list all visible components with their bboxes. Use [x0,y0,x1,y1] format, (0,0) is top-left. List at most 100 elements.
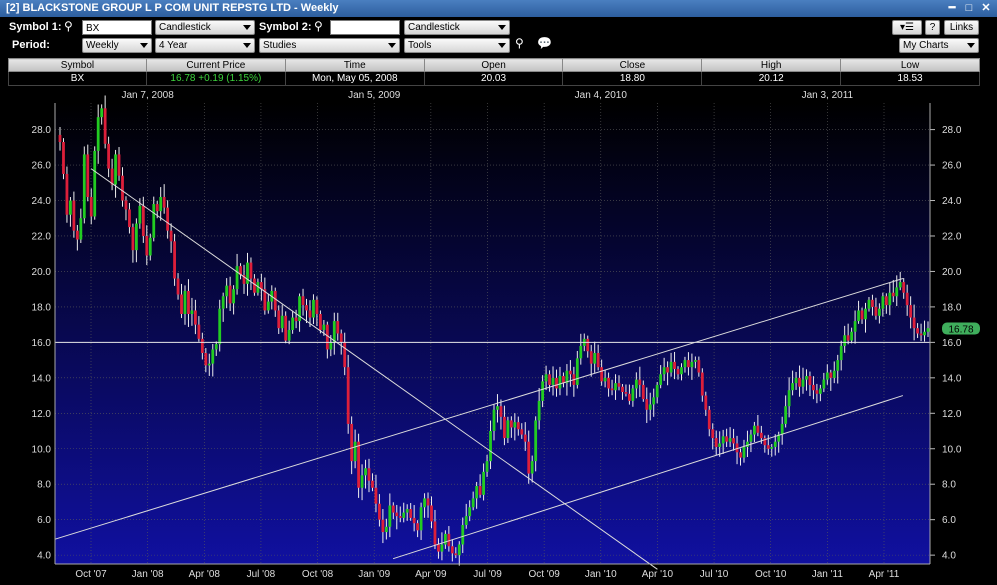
candle-body [621,386,624,393]
candle-body [65,173,69,215]
candle-body [544,374,548,382]
candle-body [874,306,878,316]
candle-body [246,262,249,284]
candle-body [416,523,420,531]
candle-body [700,372,704,396]
candle-body [659,374,663,385]
candle-body [364,468,367,476]
candle-body [603,377,607,382]
candle-body [513,422,517,428]
candle-body [857,310,860,322]
candle-body [197,324,201,339]
candle-body [721,436,725,444]
candle-body [145,235,149,256]
candle-body [141,205,145,236]
x-tick-label: Jan '09 [358,569,390,580]
candle-body [541,381,545,401]
candle-body [412,517,416,524]
candle-body [378,503,381,520]
candle-body [183,290,187,314]
candle-body [818,388,822,394]
candle-body [461,524,465,545]
candle-body [159,196,163,212]
x-tick-label: Apr '11 [869,569,900,580]
candle-body [888,292,892,306]
candle-body [58,134,62,143]
candle-body [204,353,208,366]
candle-body [600,367,604,382]
candle-body [805,376,808,380]
candle-body [437,544,440,552]
candle-body [301,296,305,306]
x-tick-label: Oct '09 [528,569,560,580]
candle-body [124,200,128,210]
candle-body [346,367,350,424]
candle-body [336,321,340,334]
candle-body [829,372,833,378]
y-tick-label-right: 16.0 [942,338,962,349]
candle-body [676,368,680,375]
candle-body [225,285,229,297]
candle-body [72,200,76,231]
candle-body [322,324,326,330]
candle-body [343,342,347,368]
x-tick-label: Jan '11 [812,569,844,580]
candle-body [766,445,770,449]
candle-body [489,431,492,462]
candle-body [739,452,742,458]
candle-body [548,374,551,385]
candle-body [471,498,475,508]
candle-body [877,308,881,316]
y-tick-label-right: 8.0 [942,480,956,491]
candle-body [277,310,281,329]
candle-body [110,168,114,185]
candle-body [586,338,590,352]
candle-body [89,196,93,217]
candle-body [746,441,749,447]
candle-body [332,321,336,343]
candle-body [631,388,635,401]
candle-body [666,367,669,373]
candle-body [926,328,930,332]
candle-body [315,299,319,314]
candle-body [509,420,513,428]
candle-body [742,446,746,458]
x-top-label: Jan 4, 2010 [575,90,628,101]
x-tick-label: Oct '08 [302,569,334,580]
candle-body [579,345,583,359]
candle-body [454,553,458,556]
y-tick-label-right: 22.0 [942,231,962,242]
candle-body [176,278,180,295]
candle-body [555,377,558,389]
plot-area [55,103,930,564]
candle-body [190,310,194,314]
candle-body [780,423,784,435]
candle-body [787,390,791,407]
candle-body [558,376,562,389]
candle-body [121,175,124,201]
candle-body [496,406,499,410]
candle-body [430,505,433,522]
candle-body [711,429,715,439]
candle-body [784,406,788,424]
candle-body [329,342,333,350]
y-tick-label-left: 26.0 [32,161,52,172]
y-tick-label-left: 10.0 [32,444,52,455]
y-tick-label-right: 12.0 [942,409,962,420]
candle-body [794,377,798,384]
candle-body [131,227,135,251]
y-tick-label-right: 10.0 [942,444,962,455]
candle-body [693,360,697,362]
price-chart[interactable]: 4.0 4.0 6.0 6.0 8.0 8.0 10.0 10.0 12.0 12.0 14.0 14… [0,0,997,585]
candle-body [443,533,447,545]
candle-body [485,461,489,472]
candle-body [398,516,402,518]
candle-body [166,207,170,231]
candle-body [249,262,253,279]
candle-body [839,345,843,361]
y-tick-label-left: 28.0 [32,125,52,136]
candle-body [846,335,850,341]
y-tick-label-left: 6.0 [37,515,51,526]
candle-body [610,388,614,391]
y-tick-label-left: 22.0 [32,231,52,242]
